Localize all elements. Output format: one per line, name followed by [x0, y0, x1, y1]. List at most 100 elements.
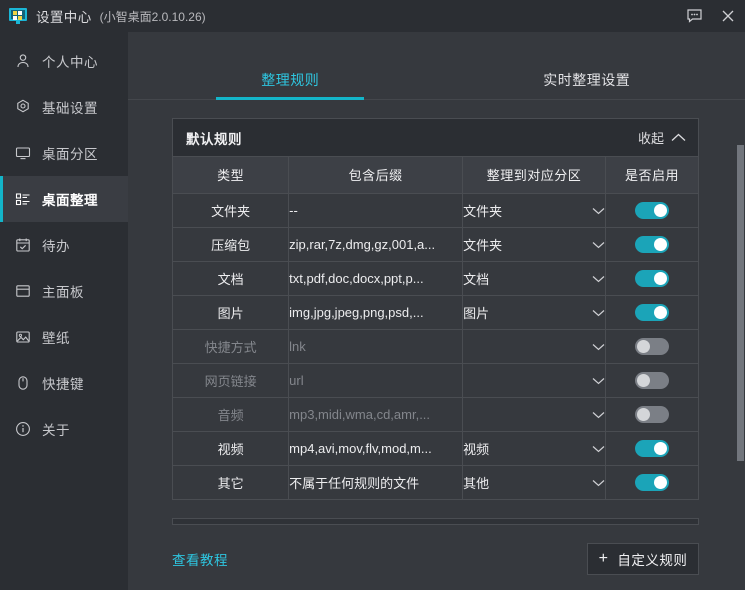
chevron-up-icon	[671, 130, 686, 145]
chevron-down-icon	[592, 237, 605, 252]
cell-enabled[interactable]	[605, 227, 698, 261]
calendar-check-icon	[14, 236, 32, 254]
cell-partition[interactable]	[463, 397, 606, 431]
partition-value: 文档	[463, 269, 489, 288]
monitor-icon	[9, 8, 27, 24]
enable-toggle[interactable]	[635, 406, 669, 423]
enable-toggle[interactable]	[635, 474, 669, 491]
sidebar-item-wallpaper[interactable]: 壁纸	[0, 314, 128, 360]
add-custom-rule-button[interactable]: + 自定义规则	[587, 543, 699, 575]
partition-value: 文件夹	[463, 201, 502, 220]
sidebar-item-label: 主面板	[42, 281, 84, 301]
cell-type: 网页链接	[173, 363, 289, 397]
sidebar-item-personal-center[interactable]: 个人中心	[0, 38, 128, 84]
feedback-icon[interactable]	[677, 0, 711, 32]
sidebar-item-todo[interactable]: 待办	[0, 222, 128, 268]
enable-toggle[interactable]	[635, 372, 669, 389]
cell-extensions: lnk	[289, 329, 463, 363]
collapse-toggle[interactable]: 收起	[638, 128, 686, 147]
tab-realtime-organize-settings[interactable]: 实时整理设置	[439, 70, 736, 99]
cell-partition[interactable]: 图片	[463, 295, 606, 329]
image-icon	[14, 328, 32, 346]
cell-partition[interactable]	[463, 329, 606, 363]
sidebar-item-label: 桌面整理	[42, 189, 98, 209]
sidebar-item-label: 壁纸	[42, 327, 70, 347]
sidebar-item-label: 桌面分区	[42, 143, 98, 163]
table-row: 快捷方式 lnk	[173, 329, 698, 363]
cell-partition[interactable]: 文档	[463, 261, 606, 295]
sidebar-item-label: 快捷键	[42, 373, 84, 393]
collapsed-panel-stub[interactable]	[172, 518, 699, 525]
enable-toggle[interactable]	[635, 236, 669, 253]
sidebar-item-desktop-partition[interactable]: 桌面分区	[0, 130, 128, 176]
table-header-row: 类型 包含后缀 整理到对应分区 是否启用	[173, 157, 698, 193]
cell-partition[interactable]: 文件夹	[463, 193, 606, 227]
window-version: (小智桌面2.0.10.26)	[100, 8, 206, 25]
cell-enabled[interactable]	[605, 431, 698, 465]
chevron-down-icon	[592, 203, 605, 218]
chevron-down-icon	[592, 475, 605, 490]
enable-toggle[interactable]	[635, 202, 669, 219]
sidebar-item-desktop-organize[interactable]: 桌面整理	[0, 176, 128, 222]
chevron-down-icon	[592, 407, 605, 422]
table-row: 视频 mp4,avi,mov,flv,mod,m... 视频	[173, 431, 698, 465]
panel-title: 默认规则	[186, 128, 242, 148]
rules-table: 类型 包含后缀 整理到对应分区 是否启用 文件夹 --	[173, 157, 698, 499]
column-header-extensions: 包含后缀	[289, 157, 463, 193]
tab-organize-rules[interactable]: 整理规则	[142, 70, 439, 99]
close-icon[interactable]	[711, 0, 745, 32]
window-controls	[677, 0, 745, 32]
sidebar-item-label: 待办	[42, 235, 70, 255]
cell-enabled[interactable]	[605, 363, 698, 397]
list-icon	[14, 190, 32, 208]
cell-enabled[interactable]	[605, 193, 698, 227]
panel-icon	[14, 282, 32, 300]
chevron-down-icon	[592, 373, 605, 388]
cell-enabled[interactable]	[605, 295, 698, 329]
mouse-icon	[14, 374, 32, 392]
cell-extensions: zip,rar,7z,dmg,gz,001,a...	[289, 227, 463, 261]
sidebar-item-shortcuts[interactable]: 快捷键	[0, 360, 128, 406]
cell-enabled[interactable]	[605, 397, 698, 431]
table-row: 音频 mp3,midi,wma,cd,amr,...	[173, 397, 698, 431]
cell-enabled[interactable]	[605, 465, 698, 499]
enable-toggle[interactable]	[635, 440, 669, 457]
cell-partition[interactable]: 其他	[463, 465, 606, 499]
cell-partition[interactable]: 文件夹	[463, 227, 606, 261]
sidebar-item-label: 个人中心	[42, 51, 98, 71]
enable-toggle[interactable]	[635, 338, 669, 355]
sidebar-item-about[interactable]: 关于	[0, 406, 128, 452]
table-row: 其它 不属于任何规则的文件 其他	[173, 465, 698, 499]
table-row: 网页链接 url	[173, 363, 698, 397]
column-header-type: 类型	[173, 157, 289, 193]
table-row: 文档 txt,pdf,doc,docx,ppt,p... 文档	[173, 261, 698, 295]
enable-toggle[interactable]	[635, 270, 669, 287]
chevron-down-icon	[592, 271, 605, 286]
partition-value: 视频	[463, 439, 489, 458]
settings-window: 设置中心 (小智桌面2.0.10.26)	[0, 0, 745, 590]
sidebar-item-basic-settings[interactable]: 基础设置	[0, 84, 128, 130]
view-tutorial-link[interactable]: 查看教程	[172, 549, 228, 569]
cell-extensions: mp4,avi,mov,flv,mod,m...	[289, 431, 463, 465]
partition-value: 图片	[463, 303, 489, 322]
cell-partition[interactable]: 视频	[463, 431, 606, 465]
monitor-icon	[14, 144, 32, 162]
chevron-down-icon	[592, 305, 605, 320]
add-custom-rule-label: 自定义规则	[617, 549, 687, 569]
table-row: 文件夹 -- 文件夹	[173, 193, 698, 227]
vertical-scrollbar[interactable]	[737, 32, 744, 590]
sidebar-item-label: 基础设置	[42, 97, 98, 117]
default-rules-panel: 默认规则 收起	[172, 118, 699, 500]
sidebar-item-main-panel[interactable]: 主面板	[0, 268, 128, 314]
cell-extensions: url	[289, 363, 463, 397]
title-bar: 设置中心 (小智桌面2.0.10.26)	[0, 0, 745, 32]
cell-enabled[interactable]	[605, 261, 698, 295]
footer-bar: 查看教程 + 自定义规则	[128, 543, 745, 575]
cell-enabled[interactable]	[605, 329, 698, 363]
tab-bar: 整理规则 实时整理设置	[128, 54, 745, 100]
cell-extensions: txt,pdf,doc,docx,ppt,p...	[289, 261, 463, 295]
panel-header: 默认规则 收起	[173, 119, 698, 157]
enable-toggle[interactable]	[635, 304, 669, 321]
cell-partition[interactable]	[463, 363, 606, 397]
scrollbar-thumb[interactable]	[737, 145, 744, 461]
